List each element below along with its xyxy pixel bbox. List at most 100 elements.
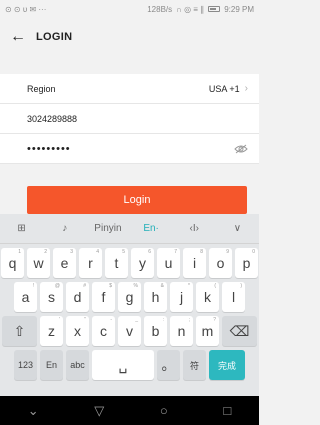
shift-key[interactable]: ⇧ [2,316,37,346]
login-form: Region USA +1 › 3024289888 ••••••••• [0,74,259,164]
collapse-keyboard-icon[interactable]: ∨ [216,223,259,234]
key-f[interactable]: $ f [92,282,115,312]
key-o[interactable]: 9o [209,248,232,278]
key-row-1: 1q2w3e4r5t6y7u8i9o0p [0,248,259,278]
key-d[interactable]: # d [66,282,89,312]
english-mode[interactable]: En· [130,223,173,234]
backspace-key[interactable]: ⌫ [222,316,257,346]
key-label: f [101,289,106,305]
header: ← LOGIN [0,18,259,56]
symbols-key[interactable]: 符 [183,350,206,380]
key-hint: 3 [70,249,73,255]
key-label: k [204,289,211,305]
key-label: y [139,255,146,271]
page-title: LOGIN [36,31,73,43]
key-row-4: 123 En abc ␣ 。 符 完成 [0,350,259,380]
key-label: g [125,289,134,305]
back-icon[interactable]: ▽ [94,403,104,419]
keyboard-toolbar: ⊞ ♪ Pinyin En· ‹I› ∨ [0,214,259,244]
key-hint: : [162,317,164,323]
key-label: c [100,323,107,339]
key-label: e [60,255,69,271]
punctuation-key[interactable]: 。 [157,350,180,380]
key-label: v [126,323,133,339]
key-hint: & [160,283,164,289]
key-hint: * [188,283,190,289]
login-button[interactable]: Login [27,186,247,214]
key-hint: " [84,317,86,323]
clock: 9:29 PM [224,4,254,14]
key-hint: 4 [96,249,99,255]
password-field[interactable]: ••••••••• [0,134,259,164]
key-label: h [151,289,160,305]
key-label: m [201,323,214,339]
cursor-icon[interactable]: ‹I› [173,223,216,234]
key-hint: ) [240,283,242,289]
numbers-key[interactable]: 123 [14,350,37,380]
key-z[interactable]: ' z [40,316,63,346]
grid-menu-icon[interactable]: ⊞ [0,223,43,234]
voice-icon[interactable]: ♪ [43,223,86,234]
key-v[interactable]: _ v [118,316,141,346]
key-r[interactable]: 4r [79,248,102,278]
system-nav-bar: ⌄ ▽ ○ □ [0,396,259,425]
key-i[interactable]: 8i [183,248,206,278]
key-label: p [242,255,251,271]
key-label: b [151,323,160,339]
key-u[interactable]: 7u [157,248,180,278]
done-key[interactable]: 完成 [209,350,245,380]
key-hint: @ [54,283,60,289]
key-y[interactable]: 6y [131,248,154,278]
back-arrow-icon[interactable]: ← [0,18,36,56]
key-hint: 2 [44,249,47,255]
pinyin-mode[interactable]: Pinyin [86,223,129,234]
key-a[interactable]: ! a [14,282,37,312]
key-label: a [21,289,30,305]
abc-key[interactable]: abc [66,350,89,380]
key-j[interactable]: * j [170,282,193,312]
key-n[interactable]: ; n [170,316,193,346]
key-p[interactable]: 0p [235,248,258,278]
net-speed: 128B/s [147,4,173,14]
key-label: l [231,289,236,305]
chevron-right-icon: › [244,83,248,94]
region-value-wrap: USA +1 › [209,83,248,94]
key-hint: 5 [122,249,125,255]
key-label: r [88,255,93,271]
language-key[interactable]: En [40,350,63,380]
key-h[interactable]: & h [144,282,167,312]
chevron-down-icon[interactable]: ⌄ [28,403,39,419]
key-hint: ? [213,317,216,323]
password-value: ••••••••• [27,142,71,155]
key-hint: ' [59,317,60,323]
key-t[interactable]: 5t [105,248,128,278]
recents-icon[interactable]: □ [223,403,231,418]
status-left: ⊙ ⊙ υ ✉ ··· [5,5,46,14]
key-hint: 9 [226,249,229,255]
phone-field[interactable]: 3024289888 [0,104,259,134]
key-m[interactable]: ? m [196,316,219,346]
region-label: Region [27,83,56,94]
key-s[interactable]: @ s [40,282,63,312]
space-key[interactable]: ␣ [92,350,154,380]
key-label: n [177,323,186,339]
key-hint: # [83,283,86,289]
key-b[interactable]: :b [144,316,167,346]
key-label: u [164,255,173,271]
region-selector[interactable]: Region USA +1 › [0,74,259,104]
key-g[interactable]: % g [118,282,141,312]
key-c[interactable]: -c [92,316,115,346]
key-e[interactable]: 3e [53,248,76,278]
key-l[interactable]: ) l [222,282,245,312]
key-w[interactable]: 2w [27,248,50,278]
key-hint: 8 [200,249,203,255]
hide-password-icon[interactable] [234,144,248,154]
battery-icon [208,6,221,12]
key-row-3: ⇧ ' z " x - c _ v: b; n? m ⌫ [0,316,259,346]
key-row-2: ! a @ s # d $ f% g & h * j(k) l [0,282,259,312]
key-k[interactable]: (k [196,282,219,312]
status-bar: ⊙ ⊙ υ ✉ ··· 128B/s ∩ ◎ ≡ ∥ 9:29 PM [0,0,259,18]
home-icon[interactable]: ○ [160,403,168,418]
key-q[interactable]: 1q [1,248,24,278]
key-x[interactable]: " x [66,316,89,346]
